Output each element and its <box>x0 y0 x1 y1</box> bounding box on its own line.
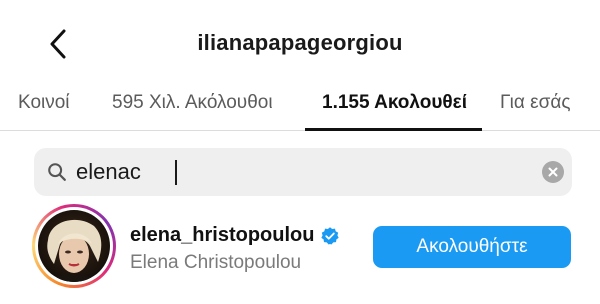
search-icon <box>48 163 66 181</box>
story-ring[interactable] <box>32 204 116 288</box>
active-tab-indicator <box>305 128 482 131</box>
tabs-divider <box>0 130 600 131</box>
verified-badge-icon <box>321 226 340 244</box>
profile-username-title: ilianapapageorgiou <box>197 30 403 55</box>
tab-followers[interactable]: 595 Χιλ. Ακόλουθοι <box>112 92 273 114</box>
avatar <box>38 210 110 282</box>
search-bar[interactable] <box>34 148 572 196</box>
result-username[interactable]: elena_hristopoulou <box>130 224 314 247</box>
follow-button[interactable]: Ακολουθήστε <box>373 226 571 268</box>
tab-following[interactable]: 1.155 Ακολουθεί <box>322 92 467 114</box>
avatar-photo <box>38 210 110 282</box>
tab-mutual[interactable]: Κοινοί <box>18 92 70 114</box>
tab-for-you[interactable]: Για εσάς <box>500 92 570 114</box>
clear-icon <box>548 167 558 177</box>
text-caret <box>175 160 177 185</box>
search-input[interactable] <box>76 148 516 196</box>
tab-bar: Κοινοί 595 Χιλ. Ακόλουθοι 1.155 Ακολουθε… <box>0 86 600 132</box>
search-result-row[interactable]: elena_hristopoulou Elena Christopoulou Α… <box>0 200 600 300</box>
top-bar: ilianapapageorgiou <box>0 0 600 86</box>
result-full-name: Elena Christopoulou <box>130 252 302 273</box>
clear-search-button[interactable] <box>542 161 564 183</box>
